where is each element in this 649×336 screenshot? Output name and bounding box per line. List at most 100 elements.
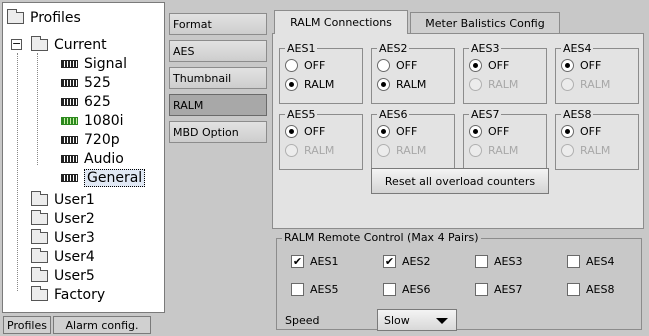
- checkbox-label: AES2: [402, 255, 431, 268]
- aes6-group: AES6 OFF RALM: [371, 108, 455, 170]
- checkbox-label: AES4: [586, 255, 615, 268]
- tree-item-user4[interactable]: User4: [31, 247, 95, 266]
- tab-alarm-config[interactable]: Alarm config.: [53, 316, 151, 334]
- menu-thumbnail[interactable]: Thumbnail: [169, 67, 267, 89]
- ralm-remote-control-group: RALM Remote Control (Max 4 Pairs) ✔ AES1…: [276, 231, 642, 331]
- menu-ralm[interactable]: RALM: [169, 94, 267, 116]
- radio-icon: [377, 78, 390, 91]
- remote-aes2-checkbox[interactable]: ✔ AES2: [383, 255, 430, 268]
- aes5-ralm-radio[interactable]: RALM: [285, 144, 334, 157]
- aes6-ralm-radio[interactable]: RALM: [377, 144, 426, 157]
- chevron-down-icon: [436, 318, 448, 324]
- group-title: AES2: [377, 42, 410, 55]
- radio-label: RALM: [304, 144, 335, 157]
- device-icon: [61, 135, 78, 144]
- remote-aes8-checkbox[interactable]: AES8: [567, 283, 614, 296]
- reset-overload-button[interactable]: Reset all overload counters: [371, 168, 549, 194]
- checkbox-icon: [567, 283, 580, 296]
- device-icon: [61, 59, 78, 68]
- tree-label: 1080i: [84, 112, 124, 129]
- aes2-off-radio[interactable]: OFF: [377, 59, 417, 72]
- folder-icon: [31, 190, 48, 206]
- tree-item-general[interactable]: General: [61, 168, 146, 187]
- group-title: AES3: [469, 42, 502, 55]
- menu-mbd-option[interactable]: MBD Option: [169, 121, 267, 143]
- tree-label: User1: [54, 191, 95, 208]
- radio-icon: [561, 59, 574, 72]
- checkbox-icon: [383, 283, 396, 296]
- speed-select[interactable]: Slow: [377, 309, 457, 331]
- remote-aes3-checkbox[interactable]: AES3: [475, 255, 522, 268]
- remote-aes1-checkbox[interactable]: ✔ AES1: [291, 255, 338, 268]
- button-label: Reset all overload counters: [384, 174, 536, 188]
- checkbox-label: AES7: [494, 283, 523, 296]
- folder-icon: [7, 8, 24, 24]
- aes4-off-radio[interactable]: OFF: [561, 59, 601, 72]
- device-icon: [61, 78, 78, 87]
- aes3-ralm-radio[interactable]: RALM: [469, 78, 518, 91]
- tree-item-user2[interactable]: User2: [31, 209, 95, 228]
- radio-label: RALM: [396, 78, 427, 91]
- aes5-off-radio[interactable]: OFF: [285, 125, 325, 138]
- radio-label: OFF: [304, 59, 326, 72]
- tree-item-profiles[interactable]: Profiles: [7, 8, 81, 27]
- tab-profiles[interactable]: Profiles: [3, 316, 51, 334]
- menu-aes[interactable]: AES: [169, 40, 267, 62]
- tab-meter-balistics[interactable]: Meter Balistics Config: [410, 12, 560, 34]
- aes7-off-radio[interactable]: OFF: [469, 125, 509, 138]
- tree-label: User3: [54, 229, 95, 246]
- tree-item-user1[interactable]: User1: [31, 190, 95, 209]
- tab-label: Profiles: [7, 318, 47, 332]
- aes4-ralm-radio[interactable]: RALM: [561, 78, 610, 91]
- tree-item-625[interactable]: 625: [61, 92, 111, 111]
- remote-aes5-checkbox[interactable]: AES5: [291, 283, 338, 296]
- radio-icon: [285, 78, 298, 91]
- tree-label: User5: [54, 267, 95, 284]
- remote-aes7-checkbox[interactable]: AES7: [475, 283, 522, 296]
- device-icon: [61, 116, 78, 125]
- aes1-ralm-radio[interactable]: RALM: [285, 78, 334, 91]
- tree-item-720p[interactable]: 720p: [61, 130, 120, 149]
- tree-item-current[interactable]: Current: [31, 35, 107, 54]
- tree-item-1080i[interactable]: 1080i: [61, 111, 124, 130]
- aes7-ralm-radio[interactable]: RALM: [469, 144, 518, 157]
- aes2-ralm-radio[interactable]: RALM: [377, 78, 426, 91]
- tree-label: Profiles: [30, 9, 81, 26]
- group-title: AES1: [285, 42, 318, 55]
- tree-item-audio[interactable]: Audio: [61, 149, 124, 168]
- aes8-ralm-radio[interactable]: RALM: [561, 144, 610, 157]
- checkbox-icon: [567, 255, 580, 268]
- tree-item-user3[interactable]: User3: [31, 228, 95, 247]
- radio-icon: [561, 78, 574, 91]
- remote-aes6-checkbox[interactable]: AES6: [383, 283, 430, 296]
- radio-icon: [469, 125, 482, 138]
- aes3-off-radio[interactable]: OFF: [469, 59, 509, 72]
- tree-label: Signal: [84, 55, 128, 72]
- collapse-icon[interactable]: −: [11, 38, 22, 50]
- tree-label: General: [84, 168, 146, 187]
- tree-label: Current: [54, 36, 107, 53]
- menu-format[interactable]: Format: [169, 13, 267, 35]
- radio-icon: [285, 59, 298, 72]
- device-icon: [61, 97, 78, 106]
- radio-icon: [285, 144, 298, 157]
- tree-item-signal[interactable]: Signal: [61, 54, 127, 73]
- radio-label: RALM: [304, 78, 335, 91]
- remote-aes4-checkbox[interactable]: AES4: [567, 255, 614, 268]
- tab-ralm-connections[interactable]: RALM Connections: [274, 10, 408, 34]
- folder-icon: [31, 228, 48, 244]
- aes3-group: AES3 OFF RALM: [463, 42, 547, 104]
- tab-label: Alarm config.: [65, 318, 139, 332]
- menu-label: AES: [173, 44, 195, 58]
- aes8-off-radio[interactable]: OFF: [561, 125, 601, 138]
- tree-item-525[interactable]: 525: [61, 73, 111, 92]
- checkbox-icon: [291, 283, 304, 296]
- radio-icon: [377, 144, 390, 157]
- aes1-off-radio[interactable]: OFF: [285, 59, 325, 72]
- menu-label: RALM: [173, 98, 204, 112]
- tree-item-user5[interactable]: User5: [31, 266, 95, 285]
- tree-item-factory[interactable]: Factory: [31, 285, 105, 304]
- aes6-off-radio[interactable]: OFF: [377, 125, 417, 138]
- menu-label: Format: [173, 17, 212, 31]
- group-title: AES5: [285, 108, 318, 121]
